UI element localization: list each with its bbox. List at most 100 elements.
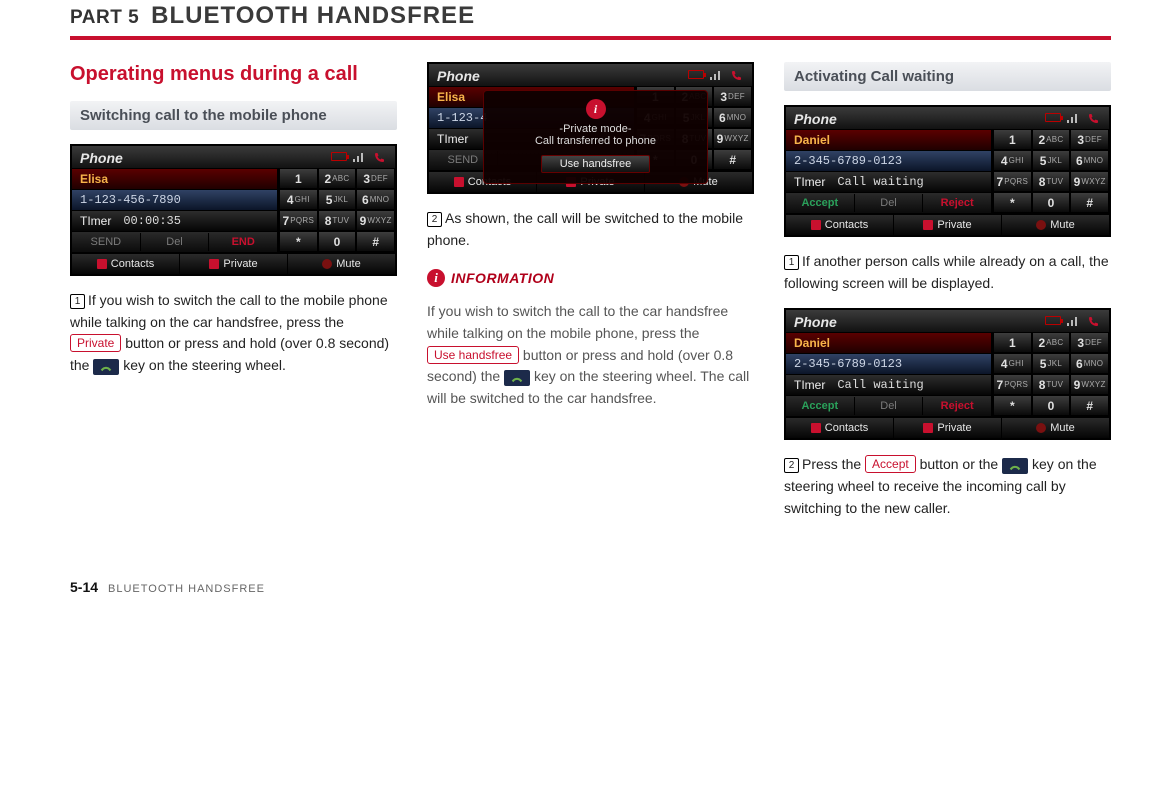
battery-icon xyxy=(331,152,347,161)
contacts-tab: Contacts xyxy=(72,254,180,274)
keypad-key: 6MNO xyxy=(356,189,395,210)
footer-section: BLUETOOTH HANDSFREE xyxy=(108,583,265,595)
information-heading: i INFORMATION xyxy=(427,269,754,287)
caller-name: Elisa xyxy=(72,168,277,189)
status-icons xyxy=(331,152,387,164)
private-tab: Private xyxy=(894,215,1002,235)
keypad-key: * xyxy=(993,192,1032,213)
keypad: 12ABC3DEF4GHI5JKL6MNO7PQRS8TUV9WXYZ*0# xyxy=(277,168,395,252)
keypad-key: 8TUV xyxy=(318,210,357,231)
signal-icon xyxy=(351,152,367,164)
keypad-key: 0 xyxy=(318,231,357,252)
call-key-icon xyxy=(93,359,119,375)
status-icons xyxy=(1045,316,1101,328)
caller-name: Daniel xyxy=(786,129,991,150)
section-title: Operating menus during a call xyxy=(70,62,397,87)
page-header: PART 5 BLUETOOTH HANDSFREE xyxy=(70,0,1111,30)
keypad-key: 1 xyxy=(279,168,318,189)
info-label: INFORMATION xyxy=(451,270,554,286)
del-button: Del xyxy=(855,194,924,212)
keypad-key: 5JKL xyxy=(318,189,357,210)
part-title: BLUETOOTH HANDSFREE xyxy=(151,2,475,30)
private-icon xyxy=(923,423,933,433)
status-icons xyxy=(688,70,744,82)
keypad-key: 6MNO xyxy=(713,107,752,128)
keypad-key: * xyxy=(279,231,318,252)
phone-title: Phone xyxy=(80,150,123,166)
mute-icon xyxy=(1036,423,1046,433)
keypad-key: 3DEF xyxy=(1070,332,1109,353)
sub-title-callwaiting: Activating Call waiting xyxy=(784,62,1111,91)
call-waiting-row: TImerCall waiting xyxy=(786,374,991,395)
battery-icon xyxy=(1045,316,1061,325)
keypad-key: # xyxy=(1070,192,1109,213)
private-tab: Private xyxy=(894,418,1002,438)
page-number: 5-14 xyxy=(70,579,98,595)
mute-tab: Mute xyxy=(288,254,395,274)
phone-screenshot-3: Phone Daniel 2-345-6789-0123 TImerCall w… xyxy=(784,105,1111,237)
contacts-tab: Contacts xyxy=(786,215,894,235)
private-inline-button: Private xyxy=(70,334,121,352)
keypad-key: 0 xyxy=(1032,395,1071,416)
phone-screenshot-4: Phone Daniel 2-345-6789-0123 TImerCall w… xyxy=(784,308,1111,440)
caller-name: Daniel xyxy=(786,332,991,353)
accept-button: Accept xyxy=(786,397,855,415)
info-badge-icon: i xyxy=(586,99,606,119)
keypad-key: 7PQRS xyxy=(993,374,1032,395)
mute-icon xyxy=(322,259,332,269)
caller-number: 1-123-456-7890 xyxy=(72,189,277,210)
header-rule xyxy=(70,36,1111,40)
del-button: Del xyxy=(855,397,924,415)
keypad-key: # xyxy=(1070,395,1109,416)
keypad-key: 3DEF xyxy=(1070,129,1109,150)
mute-tab: Mute xyxy=(1002,215,1109,235)
battery-icon xyxy=(688,70,704,79)
keypad-key: 3DEF xyxy=(356,168,395,189)
sub-title-switching: Switching call to the mobile phone xyxy=(70,101,397,130)
phone-title: Phone xyxy=(794,314,837,330)
phone-icon xyxy=(1085,113,1101,125)
call-key-icon xyxy=(1002,458,1028,474)
use-handsfree-inline-button: Use handsfree xyxy=(427,346,519,364)
mute-icon xyxy=(1036,220,1046,230)
mute-tab: Mute xyxy=(1002,418,1109,438)
use-handsfree-button: Use handsfree xyxy=(541,155,651,173)
keypad-key: # xyxy=(356,231,395,252)
keypad-key: * xyxy=(993,395,1032,416)
phone-title: Phone xyxy=(794,111,837,127)
overlay-line2: Call transferred to phone xyxy=(492,135,699,147)
step-number-1: 1 xyxy=(784,255,799,270)
keypad-key: 9WXYZ xyxy=(713,128,752,149)
call-action-row: Accept Del Reject xyxy=(786,192,991,213)
keypad-key: 2ABC xyxy=(1032,129,1071,150)
call-timer: TImer00:00:35 xyxy=(72,210,277,231)
battery-icon xyxy=(1045,113,1061,122)
private-mode-overlay: i -Private mode- Call transferred to pho… xyxy=(483,90,708,184)
contacts-icon xyxy=(811,220,821,230)
keypad-key: 3DEF xyxy=(713,86,752,107)
signal-icon xyxy=(708,70,724,82)
phone-screenshot-2: Phone Elisa 1-123-4 TImer SEND 12ABC3DEF… xyxy=(427,62,754,194)
step-number-1: 1 xyxy=(70,294,85,309)
keypad-key: 4GHI xyxy=(993,150,1032,171)
keypad-key: 7PQRS xyxy=(279,210,318,231)
page-footer: 5-14 BLUETOOTH HANDSFREE xyxy=(70,579,1111,595)
accept-button: Accept xyxy=(786,194,855,212)
info-badge-icon: i xyxy=(427,269,445,287)
phone-title: Phone xyxy=(437,68,480,84)
keypad-key: 4GHI xyxy=(279,189,318,210)
keypad-key: 8TUV xyxy=(1032,171,1071,192)
phone-icon xyxy=(1085,316,1101,328)
keypad-key: 9WXYZ xyxy=(356,210,395,231)
status-icons xyxy=(1045,113,1101,125)
column-2: Phone Elisa 1-123-4 TImer SEND 12ABC3DEF… xyxy=(427,62,754,519)
phone-icon xyxy=(728,70,744,82)
caller-number: 2-345-6789-0123 xyxy=(786,150,991,171)
contacts-icon xyxy=(97,259,107,269)
call-action-row: SEND Del END xyxy=(72,231,277,252)
step-2-col2: 2As shown, the call will be switched to … xyxy=(427,208,754,251)
keypad-key: 0 xyxy=(1032,192,1071,213)
keypad-key: 6MNO xyxy=(1070,353,1109,374)
column-1: Operating menus during a call Switching … xyxy=(70,62,397,519)
contacts-icon xyxy=(454,177,464,187)
